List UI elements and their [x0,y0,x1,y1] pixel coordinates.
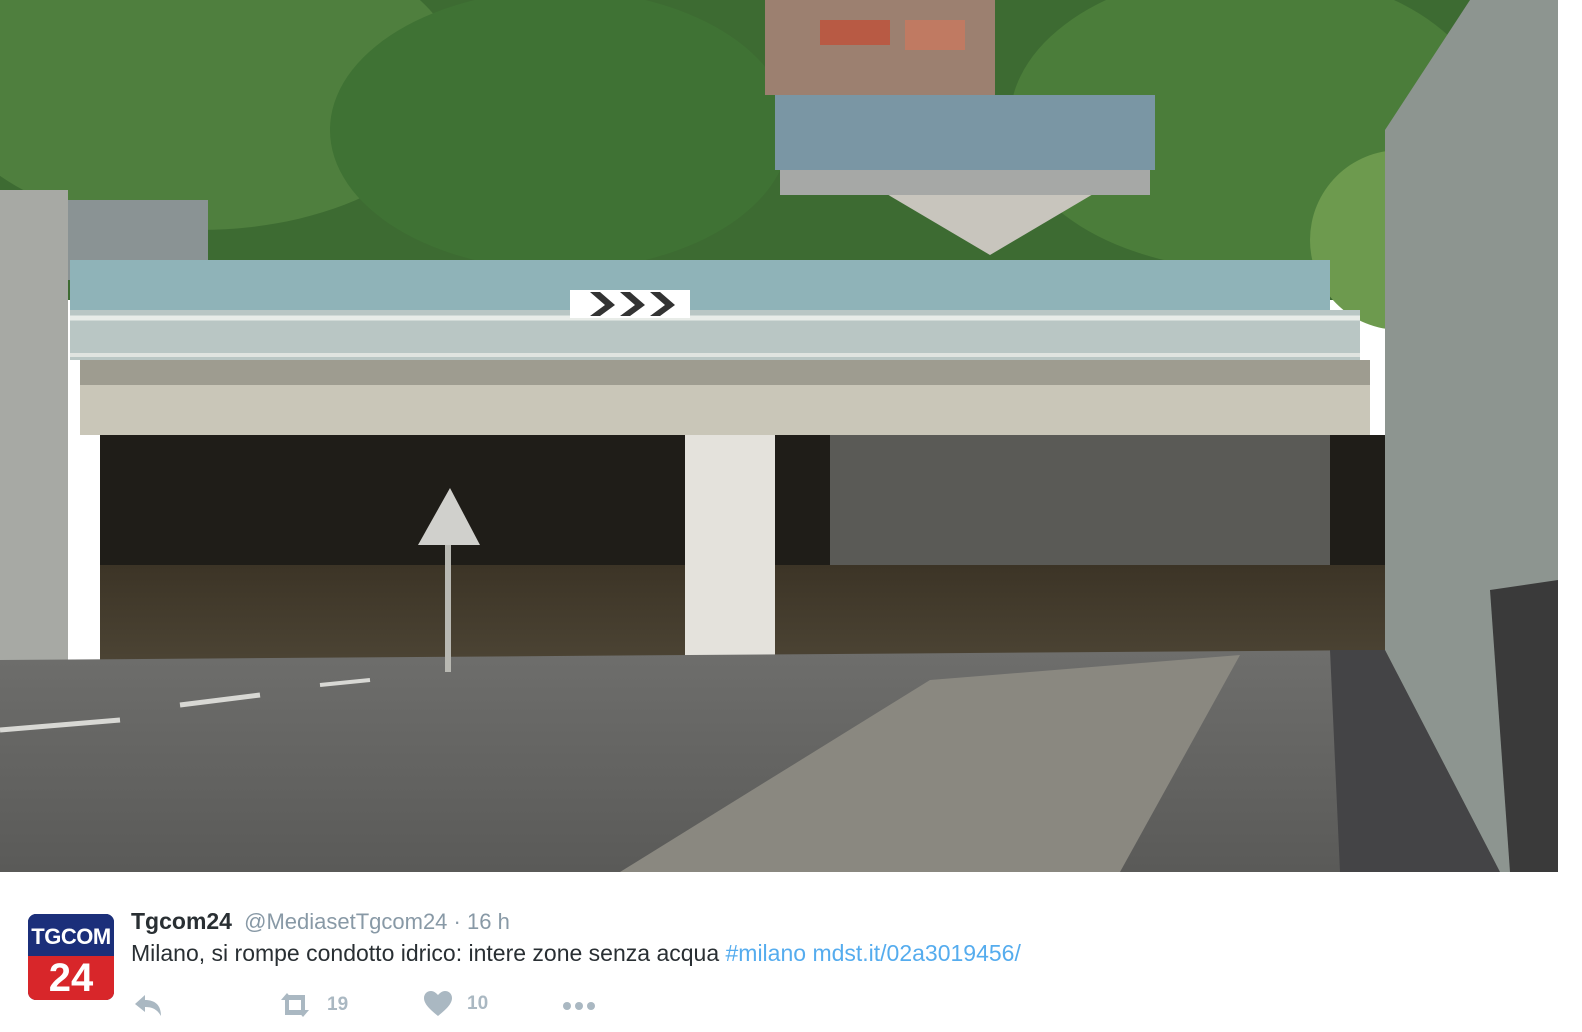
tweet-text: Milano, si rompe condotto idrico: intere… [131,940,1021,967]
separator: · [453,909,461,934]
avatar[interactable]: TGCOM 24 [28,914,114,1000]
heart-icon [424,991,452,1016]
avatar-bottom-text: 24 [28,956,114,1000]
like-count: 10 [467,993,489,1014]
like-button[interactable]: 10 [423,990,488,1018]
reply-button[interactable] [131,990,165,1020]
more-dots-icon [563,1002,595,1010]
tweet-header: Tgcom24 @MediasetTgcom24 · 16 h [131,908,510,935]
avatar-top-text: TGCOM [28,914,114,956]
more-button[interactable] [561,990,599,1020]
author-handle[interactable]: @MediasetTgcom24 [244,909,447,934]
retweet-icon [281,993,309,1017]
scrollbar[interactable] [1558,0,1582,1032]
retweet-button[interactable]: 19 [275,990,348,1020]
url-link[interactable]: mdst.it/02a3019456/ [812,940,1020,966]
author-name[interactable]: Tgcom24 [131,908,232,934]
reply-icon [135,995,161,1016]
flooded-underpass-image [0,0,1558,872]
tweet-photo[interactable] [0,0,1558,872]
tweet-time[interactable]: 16 h [467,909,510,934]
hashtag-link[interactable]: #milano [726,940,807,966]
tweet-body: Milano, si rompe condotto idrico: intere… [131,940,720,966]
retweet-count: 19 [327,994,349,1015]
